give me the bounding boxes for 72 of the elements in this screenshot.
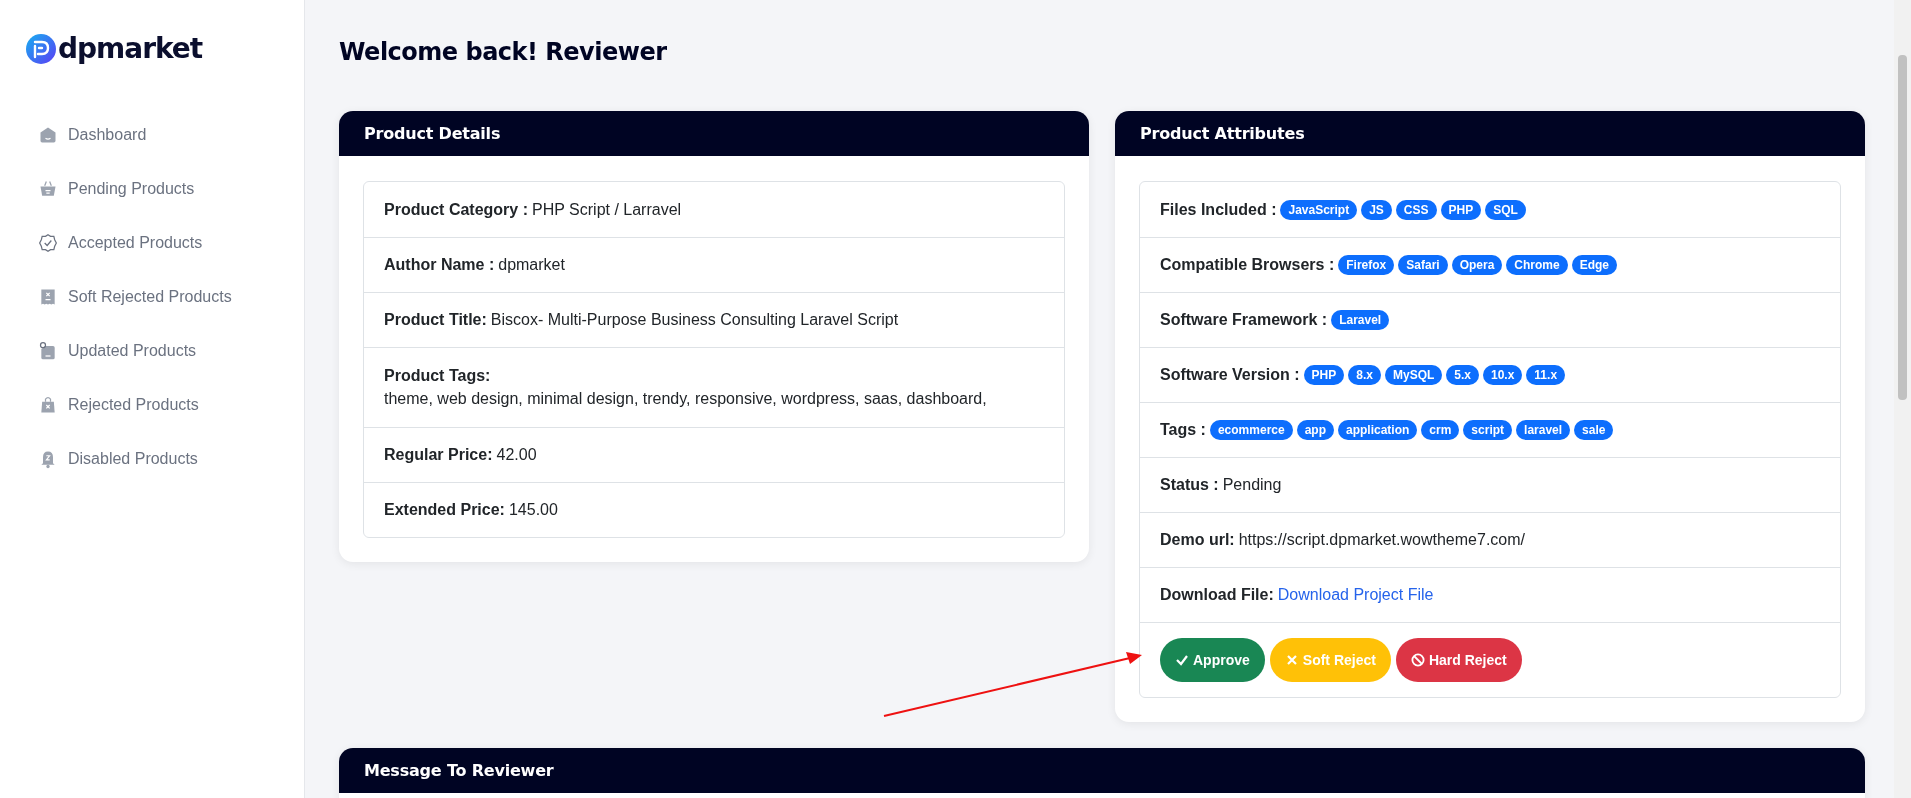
field-label: Download File: [1160,586,1274,604]
check-badge-icon [38,233,58,253]
cross-icon [1284,653,1299,667]
field-label: Regular Price: [384,446,493,464]
field-value: https://script.dpmarket.wowtheme7.com/ [1238,531,1525,549]
sidebar-item[interactable]: Accepted Products [26,216,203,270]
tag-badge: script [1463,420,1513,440]
field-label: Status : [1160,476,1219,494]
sidebar-item[interactable]: Disabled Products [26,432,198,486]
logo-text: dpmarket [58,32,203,65]
field-label: Product Tags: [384,367,491,385]
tag-badge: crm [1421,420,1460,440]
field-label: Product Title: [384,311,487,329]
tag-badge: 5.x [1446,365,1479,385]
scrollbar[interactable] [1894,0,1911,798]
tag-badge: app [1296,420,1334,440]
receipt-cross-icon [38,287,58,307]
field-label: Software Version : [1160,366,1300,384]
action-button[interactable]: Approve [1160,638,1265,682]
field-label: Tags : [1160,421,1206,439]
logo-icon [26,33,56,64]
tag-badge: Laravel [1331,310,1390,330]
ban-icon [1410,653,1425,667]
tag-badge: Firefox [1338,255,1395,275]
tag-badge: laravel [1516,420,1571,440]
home-icon [38,125,58,145]
sidebar-item[interactable]: Rejected Products [26,378,199,432]
tag-badge: MySQL [1384,365,1443,385]
field-label: Files Included : [1160,200,1277,219]
tag-badge: JavaScript [1280,199,1358,220]
basket-icon [38,179,58,199]
field-value: Pending [1222,476,1282,494]
tag-badge: CSS [1395,199,1437,220]
refresh-document-icon [38,341,58,361]
bag-cross-icon [38,395,58,415]
action-button[interactable]: Hard Reject [1395,638,1522,682]
tag-badge: Safari [1398,255,1448,275]
tag-badge: sale [1574,420,1614,440]
page-title: Welcome back! Reviewer [339,38,668,66]
download-link[interactable]: Download Project File [1277,586,1434,604]
tag-badge: 10.x [1483,365,1523,385]
tag-badge: ecommerce [1209,420,1293,440]
card-title: Product Details [364,124,501,143]
tag-badge: Edge [1571,255,1617,275]
tag-badge: application [1338,420,1418,440]
tag-badge: 11.x [1526,365,1566,385]
sidebar-item[interactable]: Soft Rejected Products [26,270,232,324]
tag-badge: PHP [1303,365,1345,385]
check-icon [1175,653,1189,667]
tag-badge: Chrome [1506,255,1568,275]
field-label: Software Framework : [1160,311,1328,329]
field-label: Compatible Browsers : [1160,256,1335,274]
field-label: Product Category : [384,200,528,219]
field-label: Extended Price: [384,501,505,519]
field-value: Biscox- Multi-Purpose Business Consulting Laravel Script [490,311,899,329]
field-value: theme, web design, minimal design, trendy, responsive, wordpress, saas, dashboard, [384,390,987,408]
field-value: 42.00 [496,446,537,464]
card-title: Message To Reviewer [364,761,554,780]
sidebar-item[interactable]: Updated Products [26,324,197,378]
tag-badge: PHP [1440,199,1482,220]
field-value: PHP Script / Larravel [532,200,682,219]
card-title: Product Attributes [1140,124,1305,143]
field-value: 145.00 [508,501,558,519]
field-label: Author Name : [384,256,495,274]
field-value: dpmarket [498,256,565,274]
tag-badge: 8.x [1348,365,1381,385]
sidebar-item[interactable]: Dashboard [26,108,147,162]
sidebar-item[interactable]: Pending Products [26,162,195,216]
tag-badge: Opera [1451,255,1503,275]
tag-badge: JS [1361,199,1392,220]
field-label: Demo url: [1160,531,1235,549]
tag-badge: SQL [1485,199,1526,220]
